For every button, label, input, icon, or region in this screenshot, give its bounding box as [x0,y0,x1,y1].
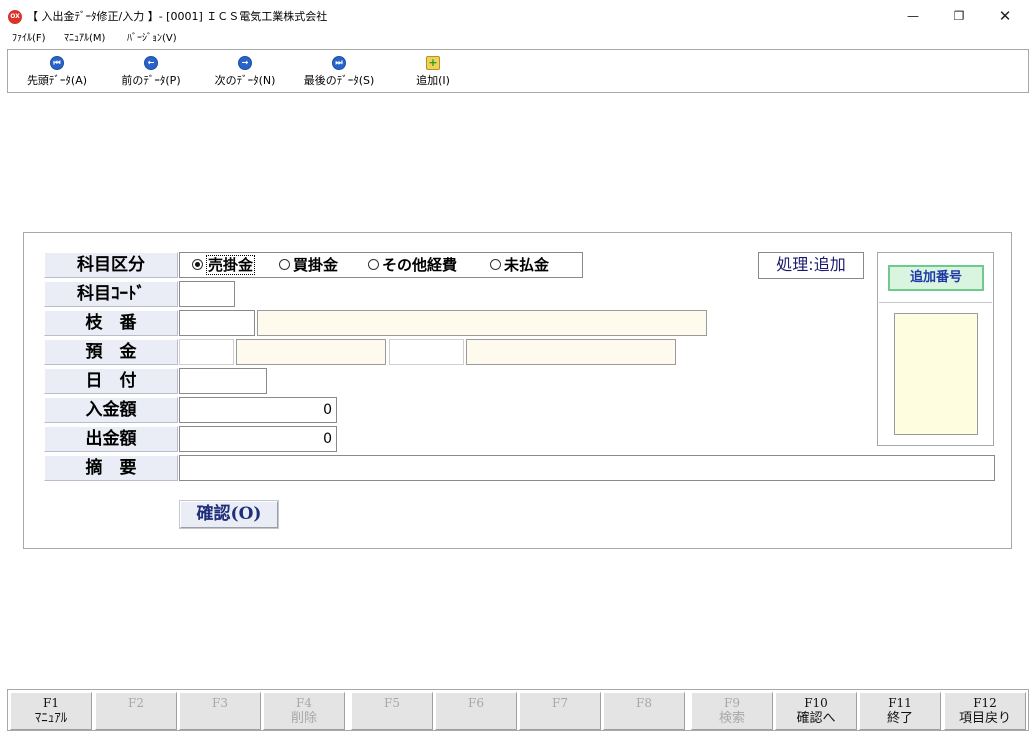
first-data-button[interactable]: ⏮ 先頭ﾃﾞｰﾀ(A) [22,54,92,90]
f12-button[interactable]: F12 項目戻り [944,692,1026,730]
fkey-label: 検索 [718,711,745,726]
last-data-label: 最後のﾃﾞｰﾀ(S) [303,74,375,87]
prev-data-label: 前のﾃﾞｰﾀ(P) [121,74,181,87]
fkey-key: F12 [973,696,997,710]
menu-file[interactable]: ﾌｧｲﾙ(F) [12,32,46,46]
radio-label: 買掛金 [293,256,339,274]
added-number-list[interactable] [894,313,978,435]
branch-field[interactable] [179,310,255,336]
confirm-button[interactable]: 確認(O) [180,501,278,528]
f3-button[interactable]: F3 [179,692,261,730]
fkey-key: F3 [212,696,228,710]
next-data-label: 次のﾃﾞｰﾀ(N) [214,74,276,87]
radio-accounts-receivable[interactable]: 売掛金 [192,255,256,275]
expense-amount-field[interactable]: 0 [179,426,337,452]
radio-other-expenses[interactable]: その他経費 [368,256,457,274]
divider [879,302,992,303]
fkey-key: F7 [552,696,568,710]
fkey-key: F10 [804,696,828,710]
expense-label: 出金額 [44,426,178,452]
radio-indicator [279,259,290,270]
menu-bar: ﾌｧｲﾙ(F) ﾏﾆｭｱﾙ(M) ﾊﾞｰｼﾞｮﾝ(V) [0,31,1035,47]
last-icon: ⏭ [332,56,346,70]
fkey-key: F5 [384,696,400,710]
income-amount-field[interactable]: 0 [179,397,337,423]
window-title: 【 入出金ﾃﾞｰﾀ修正/入力 】- [0001] ＩＣＳ電気工業株式会社 [27,10,328,23]
f5-button[interactable]: F5 [351,692,433,730]
fkey-key: F11 [888,696,912,710]
fkey-label: 削除 [290,711,317,726]
mode-indicator: 処理:追加 [758,252,864,279]
toolbar: ⏮ 先頭ﾃﾞｰﾀ(A) ← 前のﾃﾞｰﾀ(P) → 次のﾃﾞｰﾀ(N) ⏭ 最後… [7,49,1029,93]
fkey-label: 終了 [886,711,913,726]
menu-version[interactable]: ﾊﾞｰｼﾞｮﾝ(V) [127,32,177,46]
f9-button[interactable]: F9 検索 [691,692,773,730]
f4-button[interactable]: F4 削除 [263,692,345,730]
fkey-key: F1 [43,696,59,710]
menu-manual[interactable]: ﾏﾆｭｱﾙ(M) [64,32,105,46]
date-label: 日 付 [44,368,178,394]
f7-button[interactable]: F7 [519,692,601,730]
branch-label: 枝 番 [44,310,178,336]
title-bar: OX 【 入出金ﾃﾞｰﾀ修正/入力 】- [0001] ＩＣＳ電気工業株式会社 … [0,0,1035,32]
fkey-key: F9 [724,696,740,710]
branch-name-field [257,310,707,336]
next-data-button[interactable]: → 次のﾃﾞｰﾀ(N) [210,54,280,90]
fkey-label: 項目戻り [958,711,1011,726]
entry-form-panel: 科目区分 科目ｺｰﾄﾞ 枝 番 預 金 日 付 入金額 出金額 摘 要 売掛金 … [23,232,1012,549]
add-label: 追加(I) [416,74,450,87]
deposit-label: 預 金 [44,339,178,365]
prev-icon: ← [144,56,158,70]
fkey-label: ﾏﾆｭｱﾙ [34,711,68,726]
radio-indicator [368,259,379,270]
close-button[interactable]: ✕ [982,0,1028,32]
memo-field[interactable] [179,455,995,481]
category-label: 科目区分 [44,252,178,278]
f2-button[interactable]: F2 [95,692,177,730]
f6-button[interactable]: F6 [435,692,517,730]
last-data-button[interactable]: ⏭ 最後のﾃﾞｰﾀ(S) [298,54,380,90]
fkey-key: F2 [128,696,144,710]
radio-accounts-payable[interactable]: 買掛金 [279,256,338,274]
first-data-label: 先頭ﾃﾞｰﾀ(A) [26,74,88,87]
fkey-key: F4 [296,696,312,710]
add-button[interactable]: + 追加(I) [408,54,458,90]
account-code-label: 科目ｺｰﾄﾞ [44,281,178,307]
f1-button[interactable]: F1 ﾏﾆｭｱﾙ [10,692,92,730]
fkey-label: 確認へ [796,711,836,726]
function-key-bar: F1 ﾏﾆｭｱﾙ F2 F3 F4 削除 F5 F6 F7 F8 F9 検索 F10 確… [7,689,1029,731]
radio-selected-indicator [192,259,203,270]
f11-button[interactable]: F11 終了 [859,692,941,730]
minimize-button[interactable]: — [890,0,936,32]
app-icon: OX [8,10,22,24]
account-code-field[interactable] [179,281,235,307]
radio-label: その他経費 [382,256,458,274]
add-icon: + [426,56,440,70]
next-icon: → [238,56,252,70]
added-number-header: 追加番号 [888,265,984,291]
radio-label: 未払金 [504,256,550,274]
fkey-key: F8 [636,696,652,710]
deposit-sub-field[interactable] [389,339,464,365]
category-radio-group: 売掛金 買掛金 その他経費 未払金 [179,252,583,278]
deposit-name-field [236,339,386,365]
radio-label: 売掛金 [206,255,256,275]
f8-button[interactable]: F8 [603,692,685,730]
fkey-key: F6 [468,696,484,710]
income-label: 入金額 [44,397,178,423]
deposit-field[interactable] [179,339,234,365]
memo-label: 摘 要 [44,455,178,481]
first-icon: ⏮ [50,56,64,70]
deposit-sub-name-field [466,339,676,365]
added-number-panel: 追加番号 [877,252,994,446]
prev-data-button[interactable]: ← 前のﾃﾞｰﾀ(P) [116,54,186,90]
radio-accrued-payable[interactable]: 未払金 [490,256,549,274]
date-field[interactable] [179,368,267,394]
maximize-button[interactable]: ❐ [936,0,982,32]
f10-button[interactable]: F10 確認へ [775,692,857,730]
radio-indicator [490,259,501,270]
